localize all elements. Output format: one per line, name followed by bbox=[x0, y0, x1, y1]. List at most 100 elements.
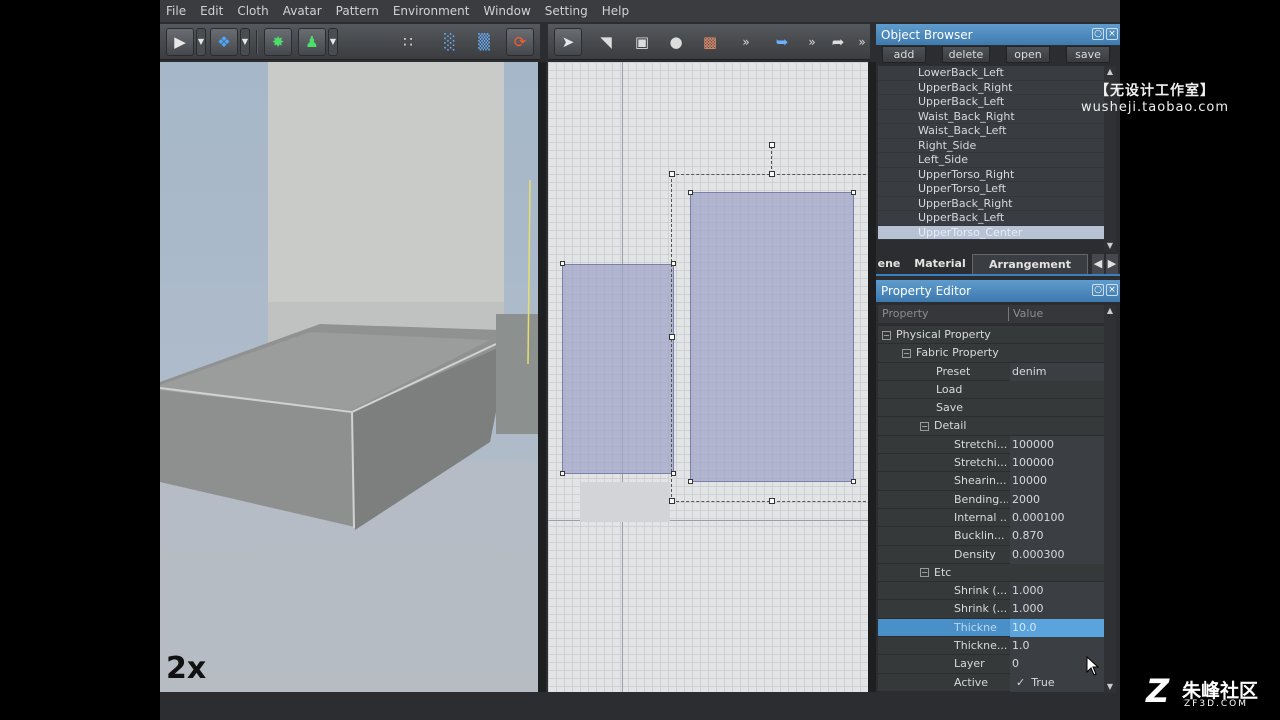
list-item[interactable]: LowerBack_Left bbox=[878, 66, 1104, 81]
avatar-pose-button[interactable]: ✸ bbox=[264, 28, 292, 56]
property-row[interactable]: Shearin... 10000 bbox=[878, 472, 1104, 491]
collapse-icon[interactable]: − bbox=[920, 421, 929, 431]
more-edit-icon[interactable]: » bbox=[798, 28, 826, 56]
list-item[interactable]: Waist_Back_Left bbox=[878, 124, 1104, 139]
open-button[interactable]: open bbox=[1006, 46, 1050, 63]
tab-scene[interactable]: ene bbox=[876, 254, 902, 274]
rectangle-tool-icon[interactable]: ▣ bbox=[628, 28, 656, 56]
shirt-front-icon[interactable]: ░ bbox=[436, 28, 464, 56]
splitter-left[interactable] bbox=[538, 62, 546, 692]
point-handle[interactable] bbox=[851, 479, 856, 484]
property-row[interactable]: − Detail bbox=[878, 417, 1104, 436]
menu-cloth[interactable]: Cloth bbox=[231, 4, 276, 18]
property-row[interactable]: Active ✓ True bbox=[878, 673, 1104, 692]
rotate-handle[interactable] bbox=[769, 142, 775, 148]
pattern-piece-left[interactable] bbox=[562, 264, 674, 474]
property-value[interactable]: denim bbox=[1010, 362, 1104, 381]
transform-handle[interactable] bbox=[769, 171, 775, 177]
avatar-dropdown-icon[interactable]: ▼ bbox=[328, 28, 338, 56]
menu-avatar[interactable]: Avatar bbox=[277, 4, 330, 18]
save-button[interactable]: save bbox=[1066, 46, 1110, 63]
transform-handle[interactable] bbox=[669, 498, 675, 504]
point-handle[interactable] bbox=[671, 471, 676, 476]
property-value[interactable]: 100000 bbox=[1010, 435, 1104, 455]
menu-edit[interactable]: Edit bbox=[194, 4, 231, 18]
circle-tool-icon[interactable]: ● bbox=[662, 28, 690, 56]
list-item[interactable]: UpperBack_Right bbox=[878, 196, 1104, 211]
property-value[interactable]: 0.000100 bbox=[1010, 508, 1104, 528]
edit-curve-icon[interactable]: ➥ bbox=[768, 28, 796, 56]
transform-handle[interactable] bbox=[669, 334, 675, 340]
reset-icon[interactable]: ⟳ bbox=[506, 28, 534, 56]
scroll-up-icon[interactable]: ▲ bbox=[1104, 305, 1116, 317]
menu-environment[interactable]: Environment bbox=[387, 4, 478, 18]
point-handle[interactable] bbox=[851, 190, 856, 195]
property-value[interactable]: 10000 bbox=[1010, 472, 1104, 491]
property-row[interactable]: − Physical Property bbox=[878, 326, 1104, 345]
close-icon[interactable]: × bbox=[1106, 284, 1118, 296]
avatar-button[interactable]: ♟ bbox=[298, 28, 326, 56]
collapse-icon[interactable]: − bbox=[920, 568, 929, 578]
menu-file[interactable]: File bbox=[160, 4, 194, 18]
close-icon[interactable]: × bbox=[1106, 28, 1118, 40]
point-handle[interactable] bbox=[688, 479, 693, 484]
float-icon[interactable]: ○ bbox=[1092, 284, 1104, 296]
menu-pattern[interactable]: Pattern bbox=[330, 4, 387, 18]
points-grid-icon[interactable]: ∷ bbox=[394, 28, 422, 56]
property-row[interactable]: Save bbox=[878, 399, 1104, 418]
pattern-piece-right[interactable] bbox=[690, 192, 854, 482]
scroll-down-icon[interactable]: ▼ bbox=[1104, 240, 1116, 252]
property-row[interactable]: Thickne... 1.0 bbox=[878, 637, 1104, 656]
collapse-icon[interactable]: − bbox=[902, 348, 911, 358]
property-row[interactable]: Density 0.000300 bbox=[878, 545, 1104, 564]
viewport-3d[interactable]: 2x bbox=[160, 62, 538, 692]
play-dropdown-icon[interactable]: ▼ bbox=[196, 28, 206, 56]
garment-shirt-button[interactable]: ❖ bbox=[210, 28, 238, 56]
delete-button[interactable]: delete bbox=[942, 46, 990, 63]
property-value[interactable]: 1.0 bbox=[1010, 637, 1104, 656]
property-value[interactable]: 0.000300 bbox=[1010, 545, 1104, 564]
property-row[interactable]: Shrink (... 1.000 bbox=[878, 600, 1104, 619]
property-value[interactable]: 1.000 bbox=[1010, 582, 1104, 601]
scroll-up-icon[interactable]: ▲ bbox=[1104, 66, 1116, 78]
more-tools-icon[interactable]: » bbox=[732, 28, 760, 56]
select-cursor-button[interactable]: ➤ bbox=[554, 28, 582, 56]
property-row[interactable]: Shrink (... 1.000 bbox=[878, 582, 1104, 601]
property-row[interactable]: Stretchi... 100000 bbox=[878, 435, 1104, 455]
transform-handle[interactable] bbox=[669, 171, 675, 177]
list-item[interactable]: UpperTorso_Right bbox=[878, 167, 1104, 182]
tab-arrangement-point[interactable]: Arrangement Point bbox=[972, 254, 1088, 291]
property-row[interactable]: Bucklin... 0.870 bbox=[878, 527, 1104, 546]
play-simulation-button[interactable]: ▶ bbox=[166, 28, 194, 56]
splitter-right[interactable] bbox=[868, 62, 876, 692]
tab-scroll-left-icon[interactable]: ◀ bbox=[1092, 254, 1104, 274]
property-row[interactable]: Internal ... 0.000100 bbox=[878, 508, 1104, 528]
list-item[interactable]: Right_Side bbox=[878, 138, 1104, 153]
property-row-selected[interactable]: Thickne 10.0 bbox=[878, 618, 1104, 638]
list-item[interactable]: UpperBack_Left bbox=[878, 211, 1104, 226]
polygon-tool-icon[interactable]: ◥ bbox=[592, 28, 620, 56]
list-item[interactable]: UpperTorso_Left bbox=[878, 182, 1104, 197]
texture-tool-icon[interactable]: ▩ bbox=[696, 28, 724, 56]
more-select-icon[interactable]: » bbox=[848, 28, 876, 56]
menu-help[interactable]: Help bbox=[596, 4, 637, 18]
garment-dropdown-icon[interactable]: ▼ bbox=[240, 28, 250, 56]
add-button[interactable]: add bbox=[882, 46, 926, 63]
property-row[interactable]: − Fabric Property bbox=[878, 344, 1104, 363]
shirt-back-icon[interactable]: ▒ bbox=[470, 28, 498, 56]
active-checkbox[interactable]: ✓ True bbox=[1010, 673, 1104, 692]
property-row[interactable]: − Etc bbox=[878, 563, 1104, 583]
property-value[interactable]: 1.000 bbox=[1010, 600, 1104, 619]
property-row[interactable]: Load bbox=[878, 380, 1104, 400]
property-row[interactable]: Bending... 2000 bbox=[878, 490, 1104, 509]
viewport-2d-pattern[interactable] bbox=[548, 62, 868, 692]
property-value[interactable]: 0.870 bbox=[1010, 527, 1104, 546]
property-row[interactable]: Layer 0 bbox=[878, 655, 1104, 674]
menu-setting[interactable]: Setting bbox=[539, 4, 596, 18]
tab-material[interactable]: Material bbox=[914, 254, 966, 274]
property-editor-scrollbar[interactable]: ▲ ▼ bbox=[1104, 305, 1116, 693]
property-value[interactable]: 2000 bbox=[1010, 490, 1104, 509]
collapse-icon[interactable]: − bbox=[882, 330, 891, 340]
property-row[interactable]: Preset denim bbox=[878, 362, 1104, 381]
point-handle[interactable] bbox=[671, 261, 676, 266]
